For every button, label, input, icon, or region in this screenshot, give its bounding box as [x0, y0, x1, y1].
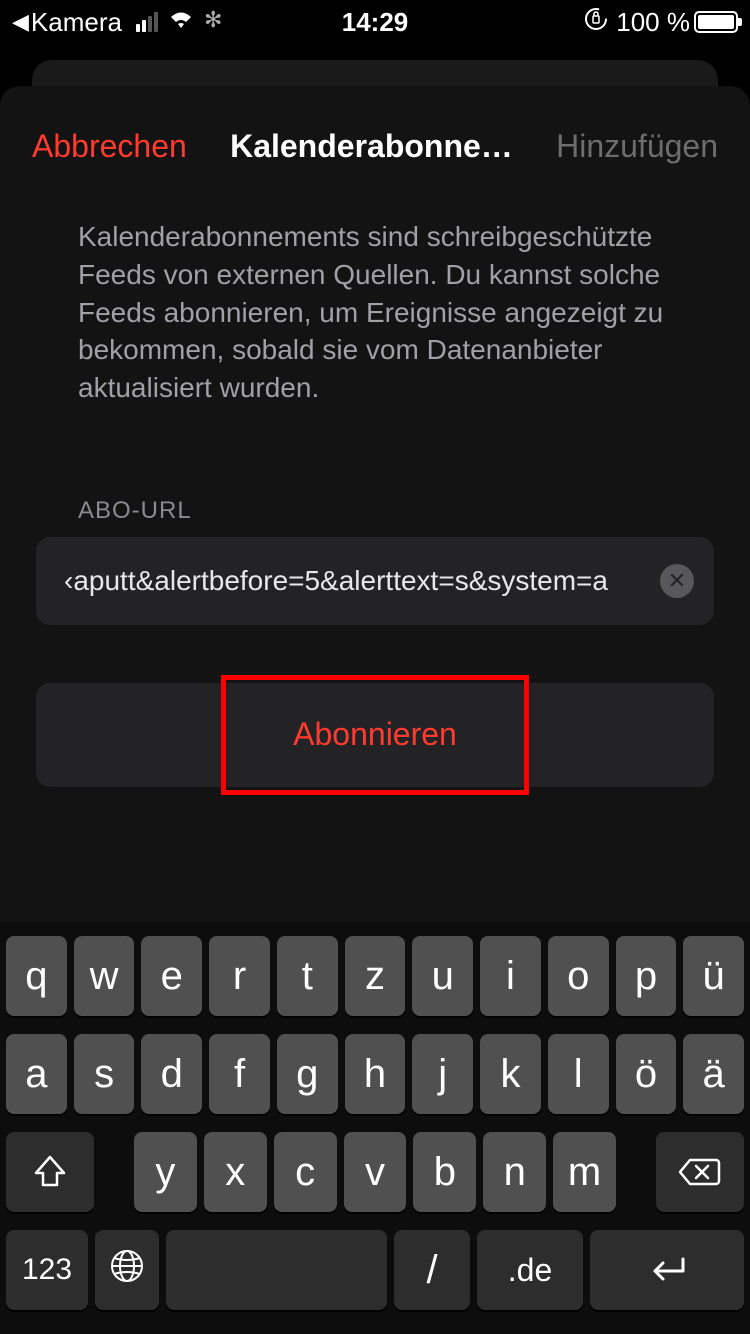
space-key[interactable] [166, 1230, 387, 1310]
url-section-label: ABO-URL [0, 407, 750, 537]
clear-input-button[interactable]: ✕ [660, 564, 694, 598]
key-u[interactable]: u [412, 936, 473, 1016]
add-button[interactable]: Hinzufügen [556, 128, 718, 165]
chevron-left-icon: ◀ [12, 9, 29, 35]
keyboard-row-2: a s d f g h j k l ö ä [6, 1034, 744, 1114]
shift-key[interactable] [6, 1132, 94, 1212]
battery-indicator: 100 % [616, 7, 738, 38]
key-h[interactable]: h [345, 1034, 406, 1114]
modal-nav: Abbrechen Kalenderabonne… Hinzufügen [0, 114, 750, 178]
key-i[interactable]: i [480, 936, 541, 1016]
battery-percent: 100 % [616, 7, 690, 38]
back-app-label: Kamera [31, 7, 122, 38]
back-to-app[interactable]: ◀ Kamera [12, 7, 122, 38]
on-screen-keyboard: q w e r t z u i o p ü a s d f g h j k l … [0, 922, 750, 1334]
shift-icon [32, 1155, 68, 1189]
subscribe-button[interactable]: Abonnieren [36, 683, 714, 787]
return-icon [643, 1255, 691, 1285]
key-ae[interactable]: ä [683, 1034, 744, 1114]
subscription-url-input[interactable]: ‹aputt&alertbefore=5&alerttext=s&system=… [36, 537, 714, 625]
key-q[interactable]: q [6, 936, 67, 1016]
key-x[interactable]: x [204, 1132, 267, 1212]
key-b[interactable]: b [413, 1132, 476, 1212]
loading-spinner-icon [204, 11, 226, 33]
key-o[interactable]: o [548, 936, 609, 1016]
close-icon: ✕ [668, 568, 686, 594]
battery-icon [694, 11, 738, 33]
url-value: ‹aputt&alertbefore=5&alerttext=s&system=… [64, 565, 648, 597]
slash-key[interactable]: / [394, 1230, 470, 1310]
key-a[interactable]: a [6, 1034, 67, 1114]
globe-key[interactable] [95, 1230, 159, 1310]
keyboard-row-3: y x c v b n m [6, 1132, 744, 1212]
key-l[interactable]: l [548, 1034, 609, 1114]
key-r[interactable]: r [209, 936, 270, 1016]
key-v[interactable]: v [344, 1132, 407, 1212]
modal-sheet: Abbrechen Kalenderabonne… Hinzufügen Kal… [0, 86, 750, 1334]
keyboard-row-4: 123 / .de [6, 1230, 744, 1310]
clock: 14:29 [342, 7, 409, 38]
subscribe-label: Abonnieren [293, 716, 457, 753]
key-oe[interactable]: ö [616, 1034, 677, 1114]
key-t[interactable]: t [277, 936, 338, 1016]
key-k[interactable]: k [480, 1034, 541, 1114]
key-n[interactable]: n [483, 1132, 546, 1212]
return-key[interactable] [590, 1230, 744, 1310]
key-y[interactable]: y [134, 1132, 197, 1212]
key-j[interactable]: j [412, 1034, 473, 1114]
tld-key[interactable]: .de [477, 1230, 583, 1310]
modal-title: Kalenderabonne… [187, 128, 556, 165]
backspace-key[interactable] [656, 1132, 744, 1212]
key-ue[interactable]: ü [683, 936, 744, 1016]
cancel-button[interactable]: Abbrechen [32, 128, 187, 165]
key-d[interactable]: d [141, 1034, 202, 1114]
rotation-lock-icon [584, 7, 608, 38]
keyboard-row-1: q w e r t z u i o p ü [6, 936, 744, 1016]
key-p[interactable]: p [616, 936, 677, 1016]
globe-icon [109, 1248, 145, 1293]
key-f[interactable]: f [209, 1034, 270, 1114]
numbers-key[interactable]: 123 [6, 1230, 88, 1310]
status-bar: ◀ Kamera 14:29 100 % [0, 0, 750, 44]
key-w[interactable]: w [74, 936, 135, 1016]
key-s[interactable]: s [74, 1034, 135, 1114]
key-e[interactable]: e [141, 936, 202, 1016]
key-g[interactable]: g [277, 1034, 338, 1114]
description-text: Kalenderabonnements sind schreibgeschütz… [0, 178, 750, 407]
backspace-icon [678, 1156, 722, 1188]
key-c[interactable]: c [274, 1132, 337, 1212]
key-z[interactable]: z [345, 936, 406, 1016]
key-m[interactable]: m [553, 1132, 616, 1212]
wifi-icon [166, 8, 196, 37]
cellular-signal-icon [136, 12, 158, 32]
